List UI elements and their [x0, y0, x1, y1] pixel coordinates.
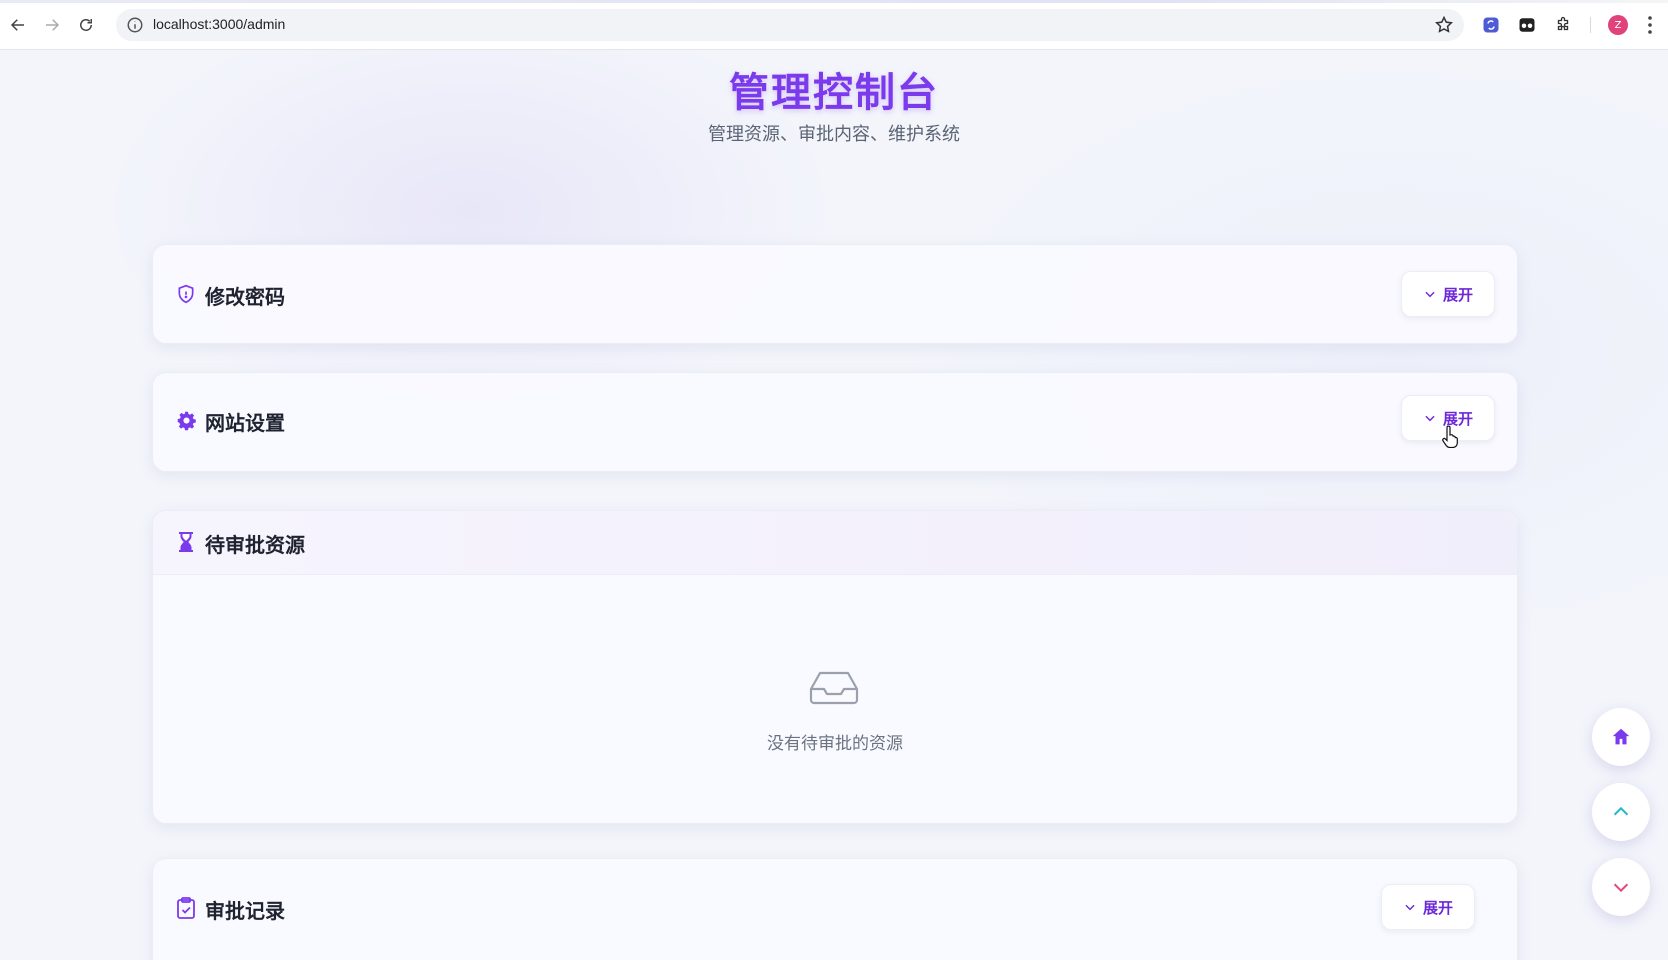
reload-icon: [80, 19, 92, 31]
records-expand-button[interactable]: 展开: [1381, 884, 1475, 930]
tab-strip-edge: [0, 0, 1668, 3]
records-section-title: 审批记录: [205, 899, 285, 923]
extensions-puzzle-icon[interactable]: [1552, 14, 1574, 36]
empty-state-text: 没有待审批的资源: [767, 734, 903, 754]
browser-toolbar: localhost:3000/admin Z: [0, 0, 1668, 50]
expand-label: 展开: [1442, 285, 1473, 304]
pending-section-title: 待审批资源: [205, 533, 305, 557]
site-settings-section-title: 网站设置: [205, 411, 285, 435]
arrow-left-icon: [10, 19, 24, 31]
more-menu-icon[interactable]: [1646, 14, 1654, 36]
password-section-title: 修改密码: [205, 285, 285, 309]
home-icon: [1612, 728, 1630, 745]
chevron-down-icon: [1613, 883, 1629, 893]
expand-label: 展开: [1422, 898, 1453, 917]
bookmark-star-icon[interactable]: [1434, 15, 1454, 35]
back-button[interactable]: [5, 12, 31, 38]
pending-section-header: [153, 511, 1517, 575]
forward-button[interactable]: [39, 12, 65, 38]
chevron-up-icon: [1613, 806, 1629, 816]
scroll-up-button[interactable]: [1592, 783, 1650, 841]
gear-icon: [175, 409, 197, 431]
profile-avatar[interactable]: Z: [1608, 15, 1628, 35]
chevron-down-icon: [1405, 904, 1415, 911]
chevron-down-icon: [1425, 291, 1435, 298]
hourglass-icon: [175, 531, 197, 553]
page-subtitle: 管理资源、审批内容、维护系统: [708, 124, 960, 145]
home-button[interactable]: [1592, 708, 1650, 766]
page-title: 管理控制台: [729, 70, 939, 116]
scroll-down-button[interactable]: [1592, 858, 1650, 916]
extension-glasses-icon[interactable]: [1516, 14, 1538, 36]
info-icon[interactable]: [126, 16, 144, 34]
site-settings-section: 网站设置 展开: [152, 372, 1518, 472]
password-expand-button[interactable]: 展开: [1401, 271, 1495, 317]
address-bar[interactable]: localhost:3000/admin: [116, 9, 1464, 41]
hand-cursor-icon: [1442, 426, 1458, 448]
pending-section: 待审批资源 没有待审批的资源: [152, 510, 1518, 824]
chevron-down-icon: [1425, 415, 1435, 422]
records-section: 审批记录 展开: [152, 858, 1518, 960]
url-text[interactable]: localhost:3000/admin: [153, 16, 285, 32]
arrow-right-icon: [46, 19, 60, 31]
password-section: 修改密码 展开: [152, 244, 1518, 344]
inbox-empty-icon: [809, 671, 859, 705]
admin-page: 管理控制台 管理资源、审批内容、维护系统 修改密码 展开 网站设置 展开 待审批…: [0, 50, 1668, 960]
toolbar-separator: [1590, 17, 1591, 33]
clipboard-check-icon: [175, 897, 197, 919]
extension-sync-icon[interactable]: [1480, 14, 1502, 36]
reload-button[interactable]: [73, 12, 99, 38]
shield-icon: [175, 283, 197, 305]
